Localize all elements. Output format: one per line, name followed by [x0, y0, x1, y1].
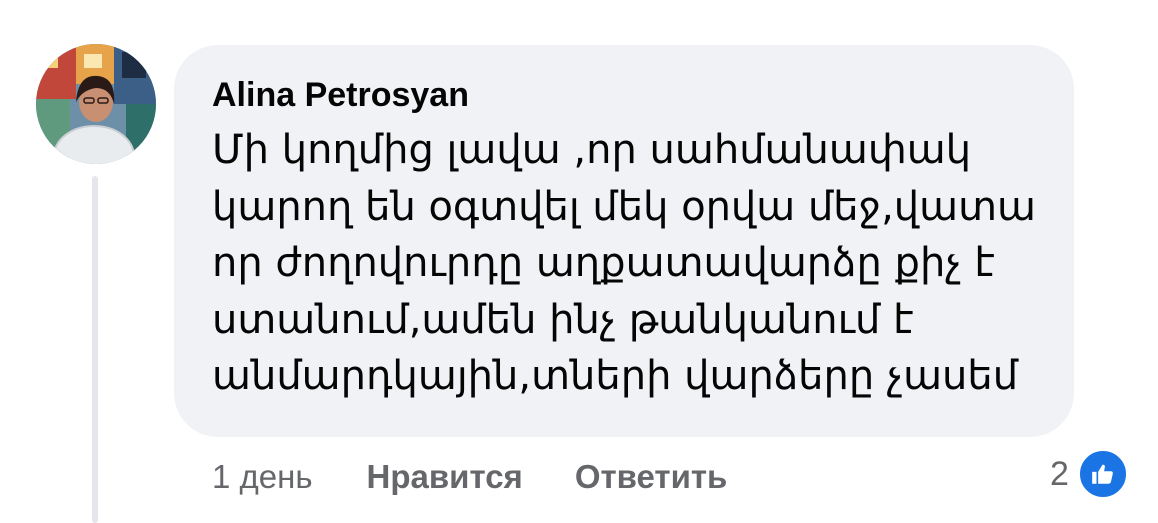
like-button[interactable]: Нравится — [367, 458, 523, 496]
thread-line — [92, 176, 98, 523]
reaction-count: 2 — [1050, 454, 1069, 493]
avatar-photo — [36, 44, 156, 164]
comment-text: Մի կողմից լավա ,որ սահմանափակ կարող են օ… — [212, 122, 1037, 405]
timestamp-link[interactable]: 1 день — [212, 458, 313, 496]
avatar[interactable] — [36, 44, 156, 164]
comment-text-line: անմարդկային,տների վարձերը չասեմ — [212, 353, 1019, 399]
comment-text-line: ստանում,ամեն ինչ թանկանում է — [212, 296, 914, 343]
reply-button[interactable]: Ответить — [575, 458, 728, 496]
comment-text-line: կարող են օգտվել մեկ օրվա մեջ,վատա — [212, 183, 1037, 230]
comment-actions: 1 день Нравится Ответить — [212, 454, 779, 500]
author-name[interactable]: Alina Petrosyan — [212, 72, 469, 118]
comment-bubble: Alina Petrosyan Մի կողմից լավա ,որ սահմա… — [174, 45, 1074, 437]
thumbs-up-icon — [1076, 448, 1129, 500]
comment-text-line: որ ժողովուրդը աղքատավարձը քիչ է — [212, 240, 995, 286]
reaction-summary[interactable]: 2 — [1050, 448, 1129, 500]
comment-text-line: Մի կողմից լավա ,որ սահմանափակ — [212, 127, 972, 173]
